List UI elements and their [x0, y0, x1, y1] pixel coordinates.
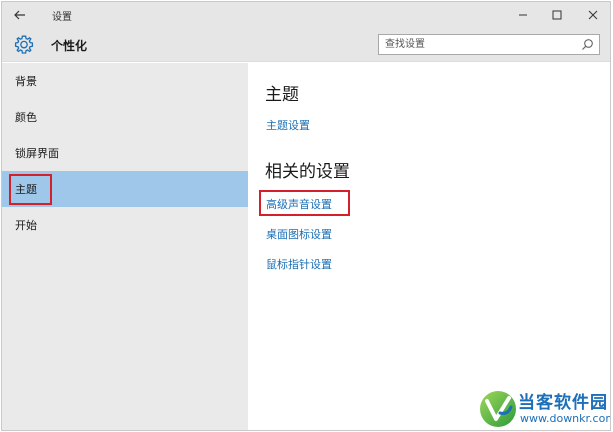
watermark-name: 当客软件园 [518, 393, 608, 413]
search-input[interactable] [379, 35, 575, 54]
header-bar: 个性化 [2, 28, 610, 62]
settings-window: 设置 个性化 查找设置 背景 颜色 锁屏界面 主题 开始 主题 主题设置 相关的… [1, 1, 611, 431]
sidebar-item-label: 主题 [15, 183, 37, 196]
search-icon[interactable] [581, 38, 594, 51]
sidebar: 背景 颜色 锁屏界面 主题 开始 [2, 63, 248, 430]
title-bar: 设置 [2, 2, 610, 28]
maximize-button[interactable] [540, 2, 574, 28]
sidebar-item-background[interactable]: 背景 [2, 63, 248, 99]
page-title: 个性化 [51, 39, 88, 53]
close-icon [588, 10, 598, 20]
sidebar-item-label: 锁屏界面 [15, 147, 59, 160]
gear-icon [14, 35, 34, 54]
maximize-icon [552, 10, 562, 20]
watermark-url: www.downkr.com [520, 412, 611, 425]
link-advanced-sound-settings[interactable]: 高级声音设置 [266, 196, 332, 212]
watermark: 当客软件园 www.downkr.com [476, 386, 611, 430]
back-button[interactable] [8, 4, 32, 26]
window-title: 设置 [52, 12, 72, 23]
sidebar-item-start[interactable]: 开始 [2, 207, 248, 243]
main-content: 主题 主题设置 相关的设置 高级声音设置 桌面图标设置 鼠标指针设置 [248, 63, 610, 430]
watermark-logo-icon [480, 391, 516, 427]
sidebar-item-colors[interactable]: 颜色 [2, 99, 248, 135]
link-desktop-icon-settings[interactable]: 桌面图标设置 [266, 226, 332, 242]
sidebar-item-themes[interactable]: 主题 [2, 171, 248, 207]
sidebar-item-label: 颜色 [15, 111, 37, 124]
section-heading-themes: 主题 [265, 85, 299, 105]
arrow-left-icon [14, 10, 25, 20]
sidebar-item-label: 开始 [15, 219, 37, 232]
sidebar-item-lock-screen[interactable]: 锁屏界面 [2, 135, 248, 171]
link-mouse-pointer-settings[interactable]: 鼠标指针设置 [266, 256, 332, 272]
minimize-button[interactable] [506, 2, 540, 28]
search-box[interactable] [378, 34, 600, 55]
minimize-icon [519, 14, 527, 16]
close-button[interactable] [576, 2, 610, 28]
link-theme-settings[interactable]: 主题设置 [266, 117, 310, 133]
sidebar-item-label: 背景 [15, 75, 37, 88]
section-heading-related-settings: 相关的设置 [265, 162, 350, 182]
